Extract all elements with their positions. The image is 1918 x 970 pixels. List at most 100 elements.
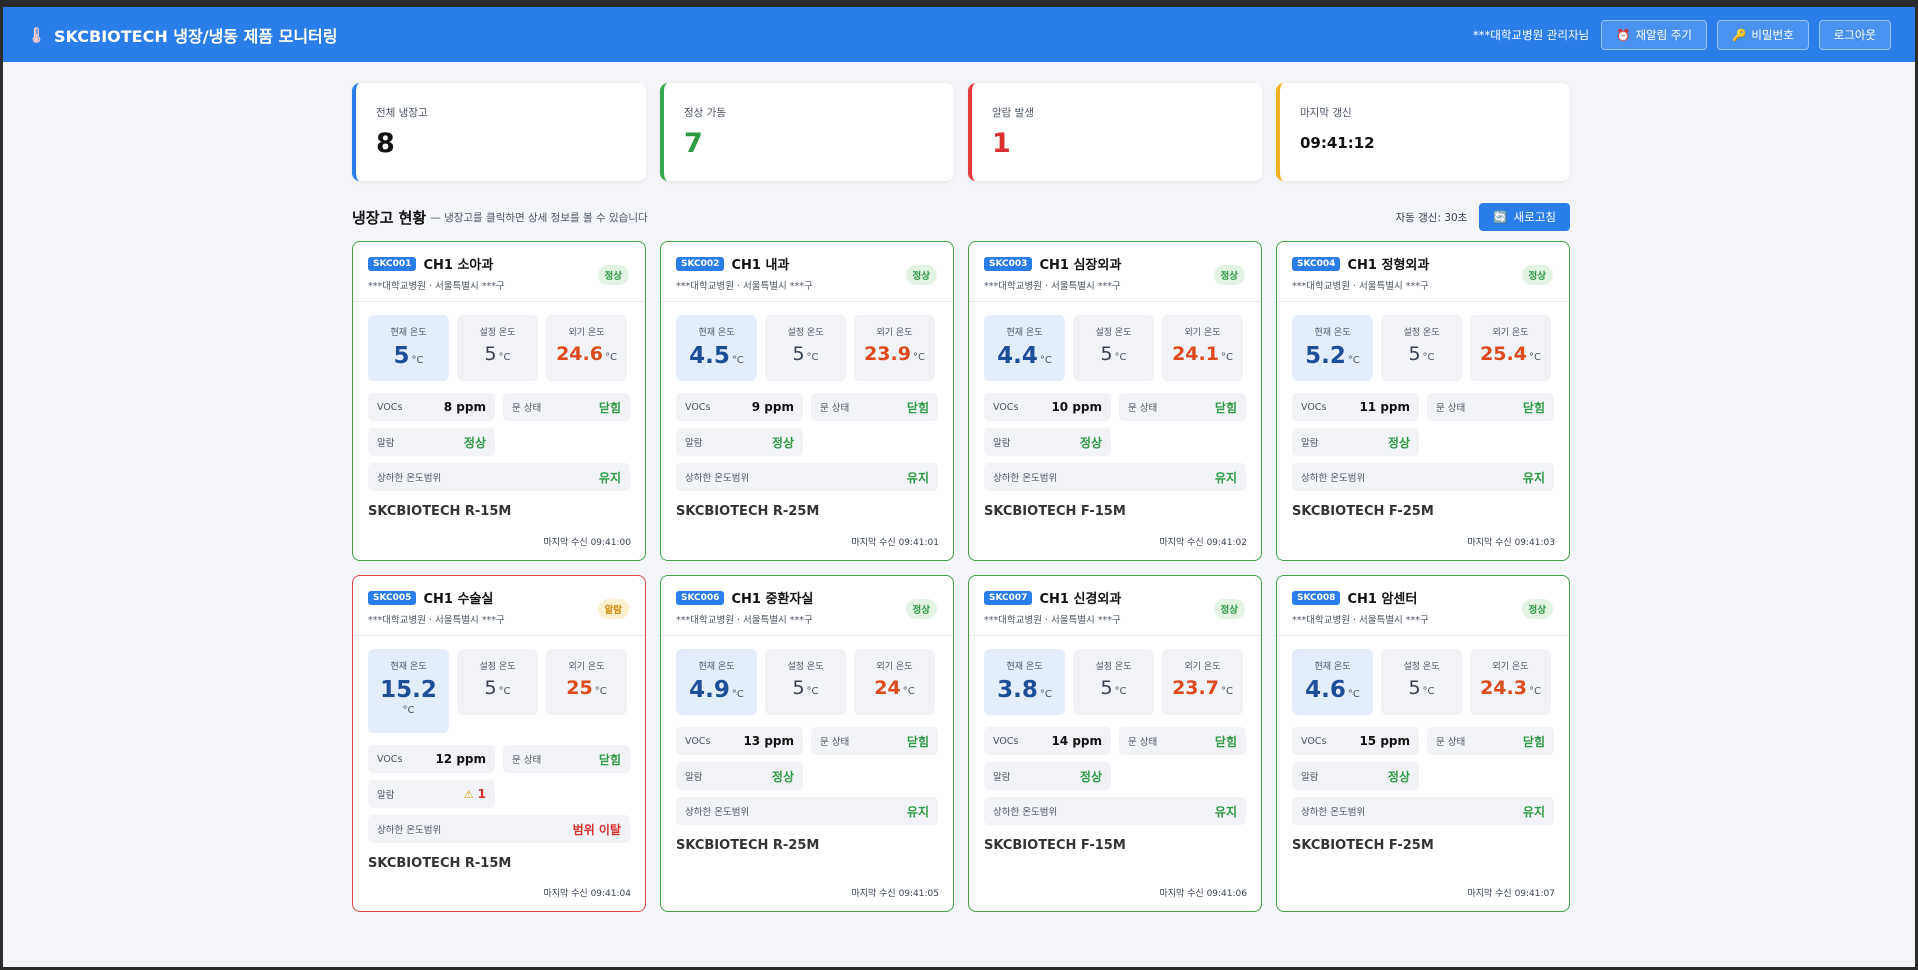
fridge-card-skc008[interactable]: SKC008 CH1 암센터 ***대학교병원 · 서울특별시 ***구 정상 … xyxy=(1276,575,1570,912)
ext-temp-value: 24.1 xyxy=(1172,343,1219,365)
door-value: 닫힘 xyxy=(1214,734,1237,749)
vocs-label: VOCs xyxy=(993,401,1019,413)
card-header: SKC004 CH1 정형외과 ***대학교병원 · 서울특별시 ***구 정상 xyxy=(1277,242,1569,302)
ext-temp-label: 외기 온도 xyxy=(1184,328,1221,338)
last-received: 마지막 수신 09:41:03 xyxy=(1467,538,1555,548)
fridge-card-skc004[interactable]: SKC004 CH1 정형외과 ***대학교병원 · 서울특별시 ***구 정상… xyxy=(1276,241,1570,561)
set-temp-box: 설정 온도 5 °C xyxy=(1381,649,1462,715)
unit-label: °C xyxy=(402,705,415,716)
ext-temp-label: 외기 온도 xyxy=(876,328,913,338)
current-temp-label: 현재 온도 xyxy=(1006,328,1043,338)
last-received: 마지막 수신 09:41:04 xyxy=(543,889,631,899)
alarm-label: 알람 xyxy=(377,790,395,801)
fridge-card-skc007[interactable]: SKC007 CH1 신경외과 ***대학교병원 · 서울특별시 ***구 정상… xyxy=(968,575,1262,912)
card-header: SKC006 CH1 중환자실 ***대학교병원 · 서울특별시 ***구 정상 xyxy=(661,576,953,636)
fridge-card-skc006[interactable]: SKC006 CH1 중환자실 ***대학교병원 · 서울특별시 ***구 정상… xyxy=(660,575,954,912)
ext-temp-label: 외기 온도 xyxy=(568,328,605,338)
set-temp-box: 설정 온도 5 °C xyxy=(1381,315,1462,381)
hospital-text: ***대학교병원 · 서울특별시 ***구 xyxy=(368,615,505,626)
logout-button[interactable]: 로그아웃 xyxy=(1818,19,1891,50)
current-temp-label: 현재 온도 xyxy=(1006,662,1043,672)
ext-temp-value: 24 xyxy=(874,677,901,699)
current-temp-box: 현재 온도 4.6 °C xyxy=(1292,649,1373,715)
range-pill: 상하한 온도범위 유지 xyxy=(1292,463,1554,491)
fridge-name: CH1 수술실 xyxy=(423,592,494,607)
current-temp-value: 4.6 xyxy=(1305,677,1346,703)
hospital-text: ***대학교병원 · 서울특별시 ***구 xyxy=(676,615,813,626)
ext-temp-value: 23.9 xyxy=(864,343,911,365)
fridge-name: CH1 소아과 xyxy=(423,258,494,273)
alarm-pill: 알람 ⚠ 1 xyxy=(368,780,495,808)
unit-label: °C xyxy=(594,686,607,697)
hospital-text: ***대학교병원 · 서울특별시 ***구 xyxy=(984,281,1121,292)
alarm-value: ⚠정상 xyxy=(463,435,486,450)
door-label: 문 상태 xyxy=(512,403,542,414)
app-window: 🌡 SKCBIOTECH 냉장/냉동 제품 모니터링 ***대학교병원 관리자님… xyxy=(3,7,1915,967)
vocs-label: VOCs xyxy=(685,735,711,747)
model-name: SKCBIOTECH R-25M xyxy=(676,504,820,519)
section-subtitle: — 냉장고를 클릭하면 상세 정보를 볼 수 있습니다 xyxy=(430,211,648,224)
fridge-card-skc002[interactable]: SKC002 CH1 내과 ***대학교병원 · 서울특별시 ***구 정상 현… xyxy=(660,241,954,561)
unit-label: °C xyxy=(1347,355,1360,366)
card-header: SKC002 CH1 내과 ***대학교병원 · 서울특별시 ***구 정상 xyxy=(661,242,953,302)
vocs-label: VOCs xyxy=(1301,401,1327,413)
range-label: 상하한 온도범위 xyxy=(993,473,1058,484)
ext-temp-box: 외기 온도 24.1 °C xyxy=(1162,315,1243,381)
door-label: 문 상태 xyxy=(1436,403,1466,414)
door-pill: 문 상태 닫힘 xyxy=(1427,727,1554,755)
alarm-label: 알람 xyxy=(685,772,703,783)
realarm-button[interactable]: ⏰ 재알림 주기 xyxy=(1601,19,1708,50)
stat-ok: 정상 가동 7 xyxy=(660,83,954,181)
fridge-grid: SKC001 CH1 소아과 ***대학교병원 · 서울특별시 ***구 정상 … xyxy=(352,241,1570,912)
fridge-card-skc003[interactable]: SKC003 CH1 심장외과 ***대학교병원 · 서울특별시 ***구 정상… xyxy=(968,241,1262,561)
unit-label: °C xyxy=(604,352,617,363)
password-button[interactable]: 🔑 비밀번호 xyxy=(1717,19,1809,50)
unit-label: °C xyxy=(1528,686,1541,697)
door-pill: 문 상태 닫힘 xyxy=(1119,727,1246,755)
last-received: 마지막 수신 09:41:05 xyxy=(851,889,939,899)
set-temp-box: 설정 온도 5 °C xyxy=(457,315,538,381)
vocs-value: 12 ppm xyxy=(435,752,486,766)
door-value: 닫힘 xyxy=(598,752,621,767)
refresh-button[interactable]: 🔄 새로고침 xyxy=(1479,203,1570,231)
range-pill: 상하한 온도범위 유지 xyxy=(676,463,938,491)
door-value: 닫힘 xyxy=(1522,734,1545,749)
alarm-pill: 알람 ⚠정상 xyxy=(1292,762,1419,790)
vocs-label: VOCs xyxy=(993,735,1019,747)
fridge-card-skc005[interactable]: SKC005 CH1 수술실 ***대학교병원 · 서울특별시 ***구 알람 … xyxy=(352,575,646,912)
range-label: 상하한 온도범위 xyxy=(377,473,442,484)
door-pill: 문 상태 닫힘 xyxy=(503,745,630,773)
vocs-pill: VOCs 8 ppm xyxy=(368,393,495,421)
range-pill: 상하한 온도범위 유지 xyxy=(984,463,1246,491)
top-bar: 🌡 SKCBIOTECH 냉장/냉동 제품 모니터링 ***대학교병원 관리자님… xyxy=(3,7,1915,62)
door-pill: 문 상태 닫힘 xyxy=(811,727,938,755)
model-name: SKCBIOTECH R-25M xyxy=(676,838,820,853)
unit-label: °C xyxy=(1422,686,1435,697)
status-badge: 정상 xyxy=(905,599,937,619)
current-temp-value: 4.9 xyxy=(689,677,730,703)
range-label: 상하한 온도범위 xyxy=(685,473,750,484)
alarm-value: ⚠정상 xyxy=(1079,769,1102,784)
set-temp-box: 설정 온도 5 °C xyxy=(457,649,538,715)
alarm-value: ⚠정상 xyxy=(1387,769,1410,784)
current-temp-value: 3.8 xyxy=(997,677,1038,703)
set-temp-box: 설정 온도 5 °C xyxy=(1073,649,1154,715)
fridge-card-skc001[interactable]: SKC001 CH1 소아과 ***대학교병원 · 서울특별시 ***구 정상 … xyxy=(352,241,646,561)
status-badge: 정상 xyxy=(1213,599,1245,619)
vocs-pill: VOCs 10 ppm xyxy=(984,393,1111,421)
set-temp-label: 설정 온도 xyxy=(479,328,516,338)
unit-label: °C xyxy=(1220,686,1233,697)
current-temp-box: 현재 온도 15.2 °C xyxy=(368,649,449,733)
model-name: SKCBIOTECH F-15M xyxy=(984,838,1126,853)
alarm-label: 알람 xyxy=(993,772,1011,783)
hospital-text: ***대학교병원 · 서울특별시 ***구 xyxy=(368,281,505,292)
key-icon: 🔑 xyxy=(1732,27,1747,42)
fridge-name: CH1 내과 xyxy=(731,258,790,273)
current-temp-value: 15.2 xyxy=(380,677,437,703)
vocs-label: VOCs xyxy=(377,401,403,413)
unit-label: °C xyxy=(731,689,744,700)
alarm-label: 알람 xyxy=(377,438,395,449)
door-value: 닫힘 xyxy=(1522,400,1545,415)
unit-label: °C xyxy=(806,686,819,697)
alarm-label: 알람 xyxy=(993,438,1011,449)
